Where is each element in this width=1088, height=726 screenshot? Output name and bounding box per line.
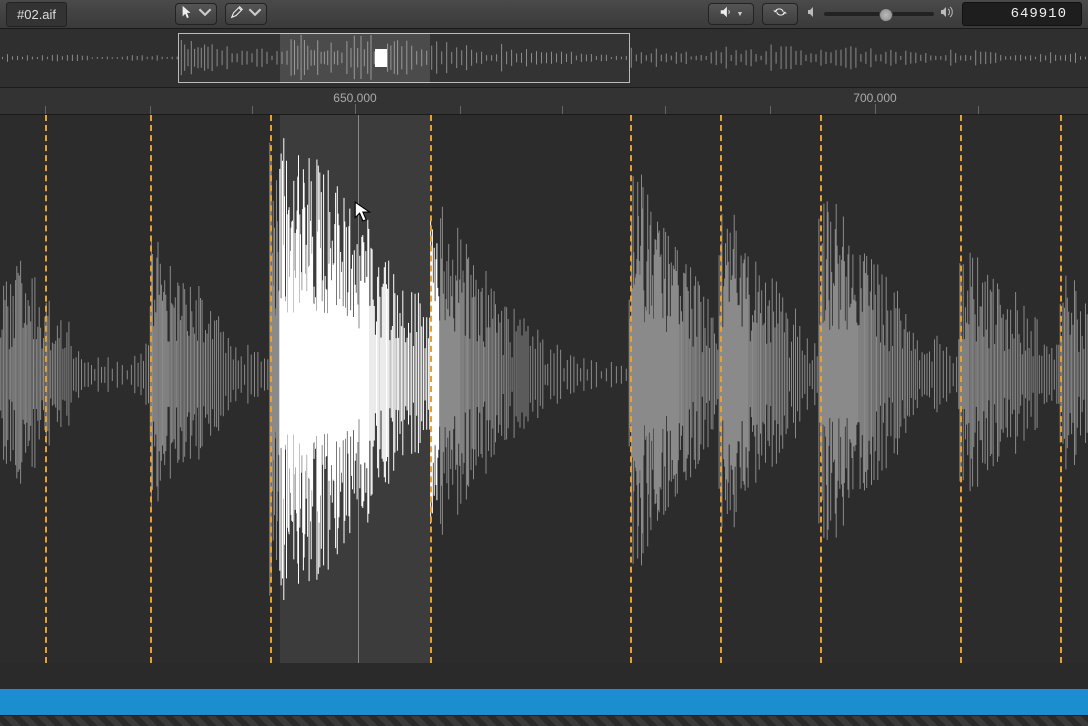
overview-track[interactable] <box>0 29 1088 88</box>
ruler-tick <box>978 106 979 114</box>
transient-marker[interactable] <box>630 115 632 663</box>
ruler-tick <box>562 106 563 114</box>
speaker-icon <box>719 5 733 24</box>
pointer-tool-button[interactable] <box>175 3 217 25</box>
volume-slider[interactable] <box>806 5 954 23</box>
transient-marker[interactable] <box>430 115 432 663</box>
cycle-icon <box>773 5 787 24</box>
volume-thumb[interactable] <box>879 8 893 22</box>
pencil-icon <box>230 5 244 24</box>
cycle-button[interactable] <box>762 3 798 25</box>
transient-marker[interactable] <box>270 115 272 663</box>
transient-marker[interactable] <box>720 115 722 663</box>
toolbar: #02.aif ▼ <box>0 0 1088 29</box>
chevron-down-icon: ▼ <box>737 11 744 18</box>
file-tab[interactable]: #02.aif <box>6 2 67 27</box>
ruler-tick <box>252 106 253 114</box>
ruler-tick <box>45 106 46 114</box>
region-bar[interactable] <box>0 689 1088 715</box>
transient-marker[interactable] <box>1060 115 1062 663</box>
ruler-tick <box>665 106 666 114</box>
ruler-tick <box>355 104 356 114</box>
pointer-icon <box>180 5 194 24</box>
preview-volume-button[interactable]: ▼ <box>708 3 754 25</box>
scrollbar-track[interactable] <box>0 715 1088 726</box>
ruler-label: 700.000 <box>853 91 896 105</box>
ruler-tick <box>150 106 151 114</box>
transient-marker[interactable] <box>150 115 152 663</box>
speaker-low-icon <box>806 5 818 23</box>
transient-marker[interactable] <box>820 115 822 663</box>
position-display[interactable]: 649910 <box>962 2 1082 26</box>
ruler-tick <box>875 104 876 114</box>
main-waveform <box>0 115 1088 663</box>
pencil-tool-button[interactable] <box>225 3 267 25</box>
transient-marker[interactable] <box>45 115 47 663</box>
volume-track[interactable] <box>824 12 934 16</box>
transient-marker[interactable] <box>960 115 962 663</box>
chevron-down-icon <box>248 5 262 24</box>
overview-selection <box>280 33 430 83</box>
ruler-tick <box>770 106 771 114</box>
ruler-label: 650.000 <box>333 91 376 105</box>
ruler-tick <box>460 106 461 114</box>
editor-bottom-gap <box>0 663 1088 689</box>
time-ruler[interactable]: 650.000 700.000 <box>0 88 1088 115</box>
chevron-down-icon <box>198 5 212 24</box>
waveform-editor[interactable] <box>0 115 1088 663</box>
overview-playhead <box>375 49 387 67</box>
file-name: #02.aif <box>17 7 56 22</box>
position-value: 649910 <box>1011 6 1067 22</box>
speaker-high-icon <box>940 5 954 23</box>
